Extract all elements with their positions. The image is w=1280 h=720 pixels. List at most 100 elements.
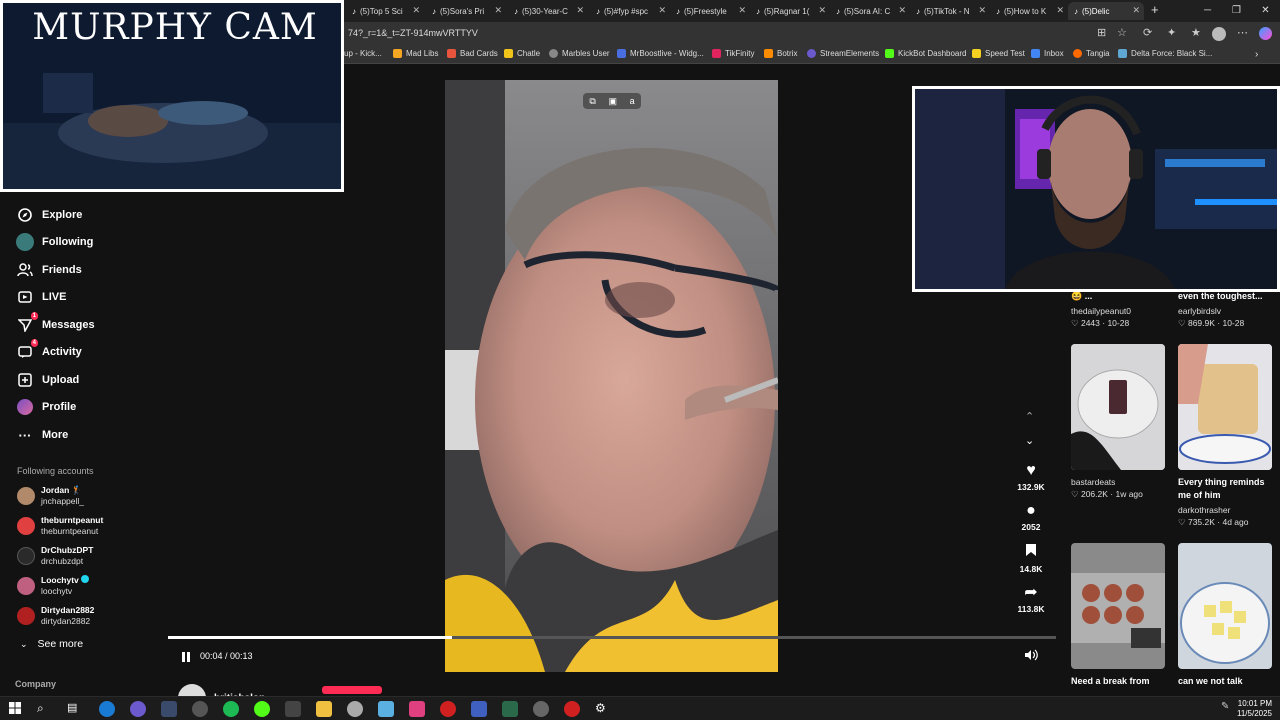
browser-tab[interactable]: ♪ (5)#fyp #spc ✕ [590, 2, 670, 20]
refresh-icon[interactable]: ⟳ [1143, 26, 1152, 39]
browser-tab[interactable]: ♪ (5)Top 5 Sci ✕ [346, 2, 424, 20]
pause-button[interactable] [180, 650, 192, 662]
browser-tab[interactable]: ♪ (5)Sora's Pri ✕ [426, 2, 506, 20]
sidebar-item-upload[interactable]: Upload [16, 371, 79, 389]
new-tab-button[interactable]: + [1151, 2, 1159, 17]
following-account[interactable]: Dirtydan2882 dirtydan2882 [17, 605, 94, 627]
bookmark-item[interactable]: Speed Test [972, 49, 1025, 58]
see-more-button[interactable]: ⌄ See more [20, 638, 83, 650]
browser-tab[interactable]: ♪ (5)How to K ✕ [990, 2, 1068, 20]
profile-avatar-icon[interactable] [1212, 27, 1226, 41]
bookmark-item[interactable]: Tangia [1073, 49, 1110, 58]
follow-button[interactable] [322, 686, 382, 694]
following-account[interactable]: DrChubzDPT drchubzdpt [17, 545, 93, 567]
video-card-user[interactable]: darkothrasher [1178, 505, 1230, 515]
app-icon[interactable] [564, 701, 580, 717]
company-link[interactable]: Company [15, 679, 56, 689]
browser-tab-active[interactable]: ♪ (5)Delic ✕ [1068, 2, 1144, 20]
video-card-caption[interactable]: Every thing reminds me of him [1178, 476, 1273, 502]
settings-gear-icon[interactable]: ⚙ [595, 701, 611, 717]
app-icon[interactable] [502, 701, 518, 717]
browser-tab[interactable]: ♪ (5)30-Year-C ✕ [508, 2, 588, 20]
bookmark-action[interactable]: 14.8K [1012, 543, 1050, 574]
comment-action[interactable]: ● 2052 [1012, 502, 1050, 532]
close-icon[interactable]: ✕ [818, 5, 826, 16]
video-card-caption[interactable]: can we not talk [1178, 675, 1243, 688]
like-action[interactable]: ♥ 132.9K [1012, 462, 1050, 492]
apps-icon[interactable]: ⊞ [1097, 26, 1106, 39]
progress-bar[interactable] [168, 636, 1056, 639]
app-icon[interactable] [347, 701, 363, 717]
app-icon[interactable] [533, 701, 549, 717]
windows-start-icon[interactable] [8, 701, 24, 717]
pen-icon[interactable]: ✎ [1221, 701, 1237, 717]
restore-button[interactable]: ❐ [1222, 0, 1251, 22]
video-thumbnail[interactable] [1178, 543, 1272, 669]
app-icon[interactable] [378, 701, 394, 717]
sidebar-item-explore[interactable]: Explore [16, 206, 82, 224]
sidebar-item-more[interactable]: ··· More [16, 426, 69, 444]
bookmark-item[interactable]: StreamElements [807, 49, 879, 58]
sidebar-item-friends[interactable]: Friends [16, 261, 82, 279]
close-icon[interactable]: ✕ [898, 5, 906, 16]
edge-icon[interactable] [99, 701, 115, 717]
sidebar-item-profile[interactable]: Profile [16, 398, 76, 416]
sidebar-item-activity[interactable]: 4 Activity [16, 339, 82, 361]
bookmark-item[interactable]: KickBot Dashboard [885, 49, 966, 58]
favorite-star-icon[interactable]: ☆ [1117, 26, 1127, 39]
copilot-icon[interactable] [1259, 27, 1272, 40]
menu-dots-icon[interactable]: ⋯ [1237, 26, 1248, 39]
search-icon[interactable]: ⌕ [37, 701, 53, 717]
minimize-button[interactable]: ─ [1193, 0, 1222, 22]
bookmark-item[interactable]: Inbox [1031, 49, 1064, 58]
task-view-icon[interactable]: ▤ [67, 701, 83, 717]
video-card-user[interactable]: thedailypeanut0 [1071, 306, 1131, 316]
video-thumbnail[interactable] [1071, 543, 1165, 669]
browser-tab[interactable]: ♪ (5)Ragnar 1(✕ [750, 2, 830, 20]
sidebar-item-following[interactable]: Following [16, 233, 93, 251]
close-icon[interactable]: ✕ [412, 5, 420, 16]
browser-tab[interactable]: ♪ (5)TikTok - N ✕ [910, 2, 990, 20]
sidebar-item-messages[interactable]: 1 Messages [16, 312, 95, 334]
video-thumbnail[interactable] [1071, 344, 1165, 470]
browser-tab[interactable]: ♪ (5)Sora AI: C ✕ [830, 2, 910, 20]
following-account[interactable]: theburntpeanut theburntpeanut [17, 515, 103, 537]
app-icon[interactable] [440, 701, 456, 717]
bookmark-item[interactable]: Chatle [504, 49, 540, 58]
close-icon[interactable]: ✕ [1056, 5, 1064, 16]
following-account[interactable]: Jordan 🏌 jnchappell_ [17, 485, 84, 507]
bookmark-item[interactable]: TikFinity [712, 49, 754, 58]
file-explorer-icon[interactable] [316, 701, 332, 717]
url-field[interactable]: 74?_r=1&_t=ZT-914mwVRTTYV [348, 28, 478, 38]
close-icon[interactable]: ✕ [1132, 5, 1140, 16]
app-icon[interactable] [471, 701, 487, 717]
close-icon[interactable]: ✕ [576, 5, 584, 16]
video-card-user[interactable]: earlybirdslv [1178, 306, 1221, 316]
spotify-icon[interactable] [223, 701, 239, 717]
app-icon[interactable] [192, 701, 208, 717]
bookmark-item[interactable]: Bad Cards [447, 49, 498, 58]
bookmark-item[interactable]: Mad Libs [393, 49, 438, 58]
close-icon[interactable]: ✕ [494, 5, 502, 16]
video-card-caption[interactable]: Need a break from [1071, 675, 1150, 688]
app-icon[interactable] [130, 701, 146, 717]
bookmark-item[interactable]: Marbles User [549, 49, 610, 58]
bookmark-item[interactable]: MrBoostlive - Widg... [617, 49, 704, 58]
app-icon[interactable] [285, 701, 301, 717]
following-account[interactable]: Loochytv loochytv [17, 575, 90, 597]
bookmarks-overflow-icon[interactable]: › [1255, 49, 1258, 60]
pip-icon[interactable]: ⧉ [589, 96, 595, 107]
bookmark-item[interactable]: Botrix [764, 49, 797, 58]
bookmark-item[interactable]: Delta Force: Black Si... [1118, 49, 1212, 58]
next-video-chevron-icon[interactable]: ⌄ [1025, 434, 1034, 447]
close-icon[interactable]: ✕ [658, 5, 666, 16]
close-icon[interactable]: ✕ [738, 5, 746, 16]
volume-button[interactable] [1024, 649, 1038, 664]
favorites-icon[interactable]: ★ [1191, 26, 1201, 39]
video-player[interactable]: ⧉ ▣ a [445, 80, 778, 672]
sidebar-item-live[interactable]: LIVE [16, 288, 66, 306]
screen-icon[interactable]: ▣ [608, 96, 617, 107]
taskbar-clock[interactable]: 10:01 PM 11/5/2025 [1237, 699, 1272, 719]
close-icon[interactable]: ✕ [978, 5, 986, 16]
bookmark-item[interactable]: up - Kick... [344, 49, 382, 58]
